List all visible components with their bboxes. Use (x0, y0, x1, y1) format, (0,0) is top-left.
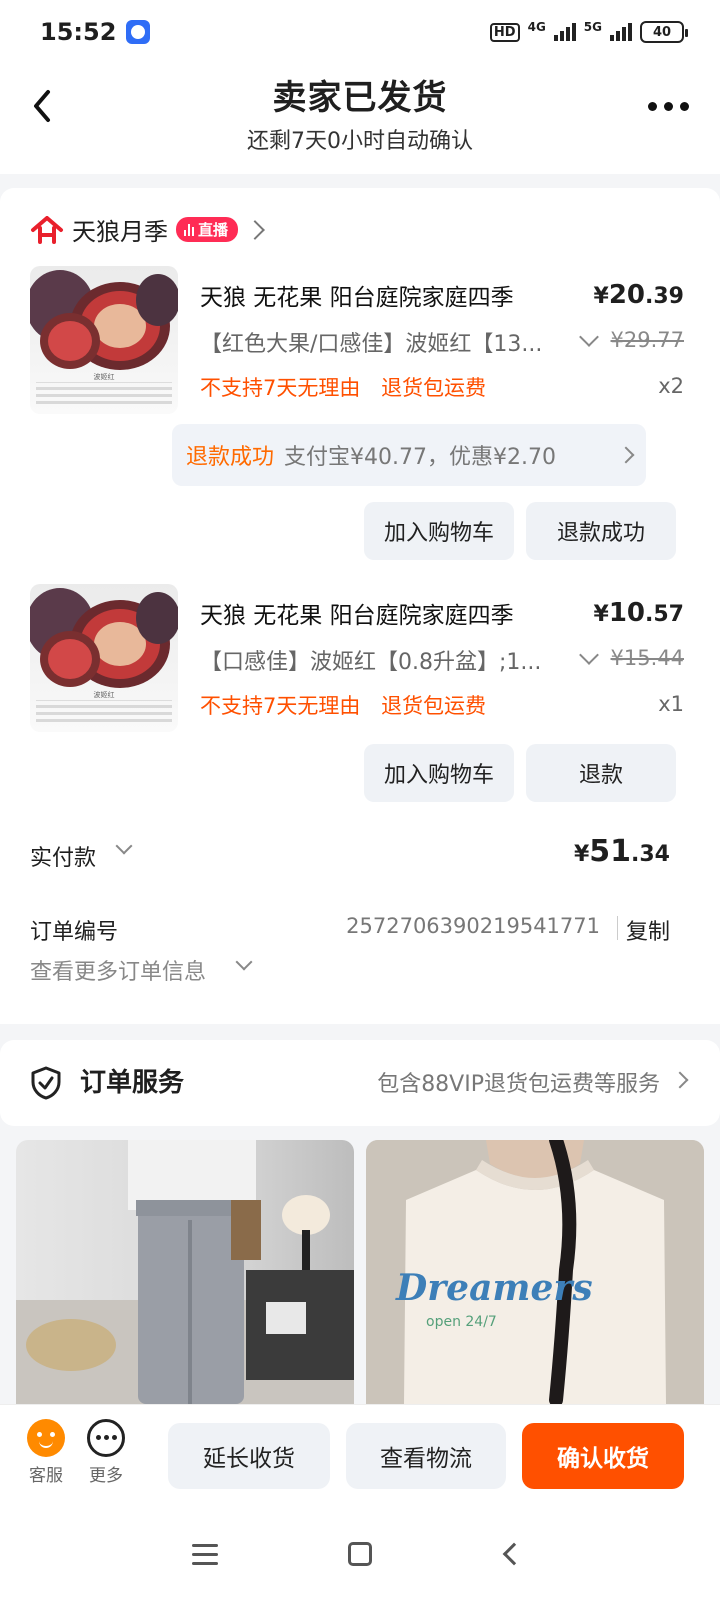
chevron-down-icon[interactable] (235, 953, 253, 971)
shop-name: 天狼月季 (72, 218, 168, 246)
order-item: 波姬红 天狼 无花果 阳台庭院家庭四季 ¥10.57 【口感佳】波姬红【0.8升… (30, 584, 690, 744)
item-tags: 不支持7天无理由 退货包运费 (200, 690, 500, 720)
item-title[interactable]: 天狼 无花果 阳台庭院家庭四季 (200, 278, 514, 312)
net-4g-label: 4G (527, 20, 546, 34)
product-card-tshirt[interactable]: Dreamers open 24/7 (366, 1140, 704, 1404)
net-5g-label: 5G (583, 20, 602, 34)
order-card: 天狼月季 直播 波姬红 天狼 无花果 阳台庭院家庭四季 ¥20.39 【红色大果… (0, 188, 720, 1024)
status-bar: 15:52 HD 4G 5G 40 (0, 0, 720, 64)
bottom-action-bar: 客服 更多 延长收货 查看物流 确认收货 (0, 1404, 720, 1510)
service-title: 订单服务 (80, 1068, 185, 1098)
add-to-cart-button[interactable]: 加入购物车 (364, 744, 514, 802)
item-title[interactable]: 天狼 无花果 阳台庭院家庭四季 (200, 596, 514, 630)
chevron-right-icon (617, 446, 635, 464)
confirm-receipt-button[interactable]: 确认收货 (522, 1423, 684, 1489)
chevron-right-icon (245, 219, 265, 240)
divider (617, 916, 618, 940)
page-title: 卖家已发货 (272, 78, 448, 118)
live-badge[interactable]: 直播 (176, 217, 239, 242)
shirt-print-text: Dreamers (395, 1267, 593, 1309)
chevron-right-icon (671, 1071, 689, 1089)
thumb-spec-table (36, 700, 172, 726)
refund-detail: 支付宝¥40.77，优惠¥2.70 (284, 445, 556, 470)
refund-button[interactable]: 退款 (526, 744, 676, 802)
product-card-pants[interactable] (16, 1140, 354, 1404)
original-price: ¥29.77 (610, 328, 684, 352)
paid-amount: ¥51.34 (573, 834, 670, 869)
back-button[interactable] (22, 86, 62, 126)
return-shipping-tag: 退货包运费 (381, 694, 487, 718)
recent-apps-icon[interactable] (192, 1544, 218, 1566)
status-time: 15:52 (40, 18, 117, 46)
back-nav-icon[interactable] (502, 1542, 526, 1566)
shirt-print-subtext: open 24/7 (426, 1314, 497, 1330)
signal-icon (553, 23, 576, 41)
item-price: ¥10.57 (593, 598, 684, 628)
item-quantity: x1 (658, 692, 684, 716)
item-sku[interactable]: 【红色大果/口感佳】波姬红【13... (200, 326, 600, 358)
tmall-logo-icon (30, 215, 64, 244)
battery-icon: 40 (640, 21, 688, 43)
more-order-info-link[interactable]: 查看更多订单信息 (30, 954, 206, 986)
order-number: 2572706390219541771 (346, 914, 600, 938)
signal-icon-2 (610, 23, 632, 41)
product-thumbnail[interactable]: 波姬红 (30, 584, 178, 732)
more-icon (87, 1419, 125, 1457)
thumb-caption: 波姬红 (93, 373, 115, 381)
extend-receipt-button[interactable]: 延长收货 (168, 1423, 330, 1489)
return-shipping-tag: 退货包运费 (381, 376, 487, 400)
status-icons: HD 4G 5G 40 (489, 20, 688, 44)
thumb-caption: 波姬红 (93, 691, 115, 699)
thumb-spec-table (36, 382, 172, 408)
paid-amount-label[interactable]: 实付款 (30, 840, 96, 872)
refund-status: 退款成功 (186, 445, 275, 470)
chevron-down-icon[interactable] (115, 837, 133, 855)
product-thumbnail[interactable]: 波姬红 (30, 266, 178, 414)
hd-icon: HD (489, 22, 520, 42)
system-nav-bar (0, 1510, 720, 1600)
app-notification-icon (126, 20, 151, 44)
order-service-card[interactable]: 订单服务 包含88VIP退货包运费等服务 (0, 1040, 720, 1126)
item-sku[interactable]: 【口感佳】波姬红【0.8升盆】;1... (200, 644, 600, 676)
refund-status-bar[interactable]: 退款成功 支付宝¥40.77，优惠¥2.70 (172, 424, 646, 486)
customer-service-icon (27, 1419, 65, 1457)
copy-button[interactable]: 复制 (626, 914, 670, 946)
shop-header[interactable]: 天狼月季 直播 (30, 212, 265, 247)
recommendation-feed: Dreamers open 24/7 (16, 1140, 704, 1404)
original-price: ¥15.44 (610, 646, 684, 670)
live-icon (184, 223, 194, 236)
view-logistics-button[interactable]: 查看物流 (346, 1423, 506, 1489)
more-options-button[interactable] (648, 94, 694, 118)
item-quantity: x2 (658, 374, 684, 398)
auto-confirm-countdown: 还剩7天0小时自动确认 (247, 129, 473, 154)
shield-icon (31, 1066, 61, 1100)
page-header: 卖家已发货 还剩7天0小时自动确认 (0, 64, 720, 174)
home-icon[interactable] (348, 1542, 372, 1566)
add-to-cart-button[interactable]: 加入购物车 (364, 502, 514, 560)
customer-service-button[interactable]: 客服 (16, 1419, 76, 1486)
refund-success-button[interactable]: 退款成功 (526, 502, 676, 560)
more-button[interactable]: 更多 (76, 1419, 136, 1486)
no-return-tag: 不支持7天无理由 (200, 376, 361, 400)
service-desc: 包含88VIP退货包运费等服务 (377, 1072, 660, 1097)
no-return-tag: 不支持7天无理由 (200, 694, 361, 718)
back-arrow-icon (34, 90, 50, 122)
item-tags: 不支持7天无理由 退货包运费 (200, 372, 500, 402)
order-number-label: 订单编号 (30, 920, 119, 945)
item-price: ¥20.39 (593, 280, 684, 310)
